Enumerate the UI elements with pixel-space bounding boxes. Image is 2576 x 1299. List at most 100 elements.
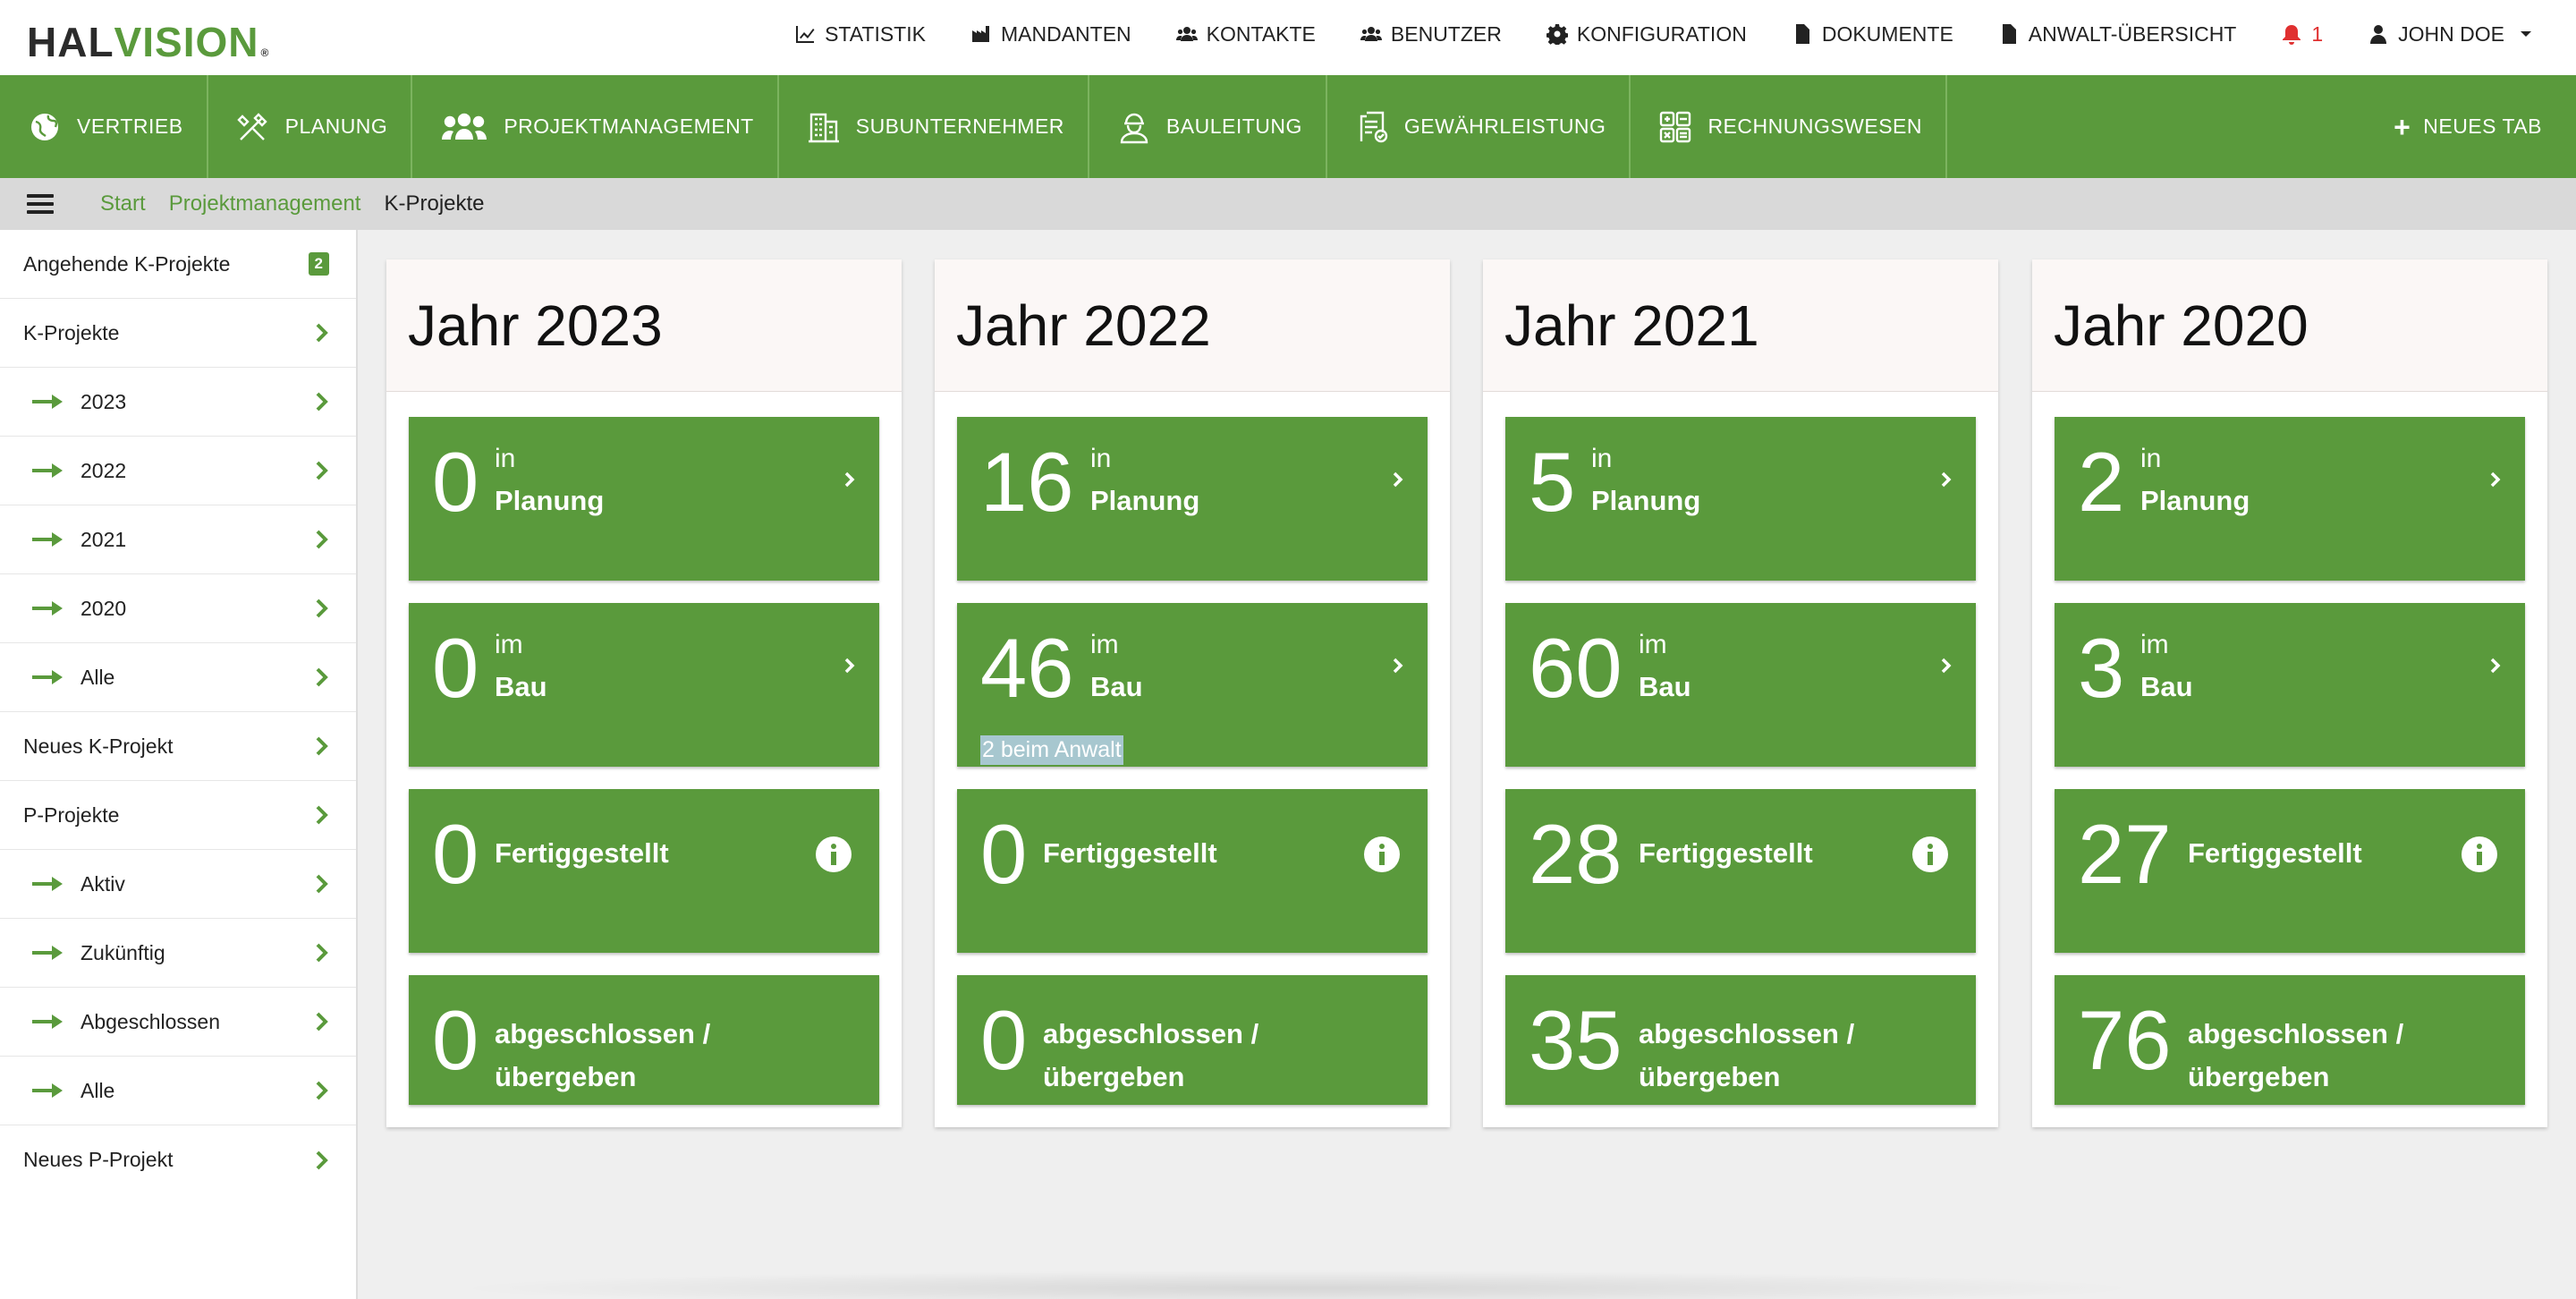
sidebar-item-alle-k[interactable]: Alle bbox=[0, 643, 356, 712]
tile-in-planung[interactable]: 16 in Planung bbox=[957, 417, 1428, 581]
sidebar-item-2023[interactable]: 2023 bbox=[0, 368, 356, 437]
breadcrumb-start[interactable]: Start bbox=[100, 191, 146, 216]
breadcrumb-bar: Start Projektmanagement K-Projekte bbox=[0, 178, 2576, 230]
chevron-right-icon bbox=[316, 1081, 328, 1100]
module-bauleitung[interactable]: BAULEITUNG bbox=[1089, 75, 1327, 178]
topnav-statistik[interactable]: STATISTIK bbox=[794, 22, 926, 47]
tile-fertiggestellt: 27 Fertiggestellt bbox=[2055, 789, 2525, 953]
year-title: Jahr 2020 bbox=[2032, 259, 2547, 392]
sidebar-item-k-projekte[interactable]: K-Projekte bbox=[0, 299, 356, 368]
module-subunternehmer[interactable]: SUBUNTERNEHMER bbox=[779, 75, 1089, 178]
sidebar-item-label: Zukünftig bbox=[80, 940, 165, 964]
chevron-right-icon bbox=[1941, 471, 1952, 488]
arrow-right-icon bbox=[32, 877, 63, 891]
module-gewaehrleistung-label: GEWÄHRLEISTUNG bbox=[1403, 115, 1606, 138]
arrow-right-icon bbox=[32, 1083, 63, 1098]
info-icon[interactable] bbox=[1363, 836, 1401, 873]
tile-in-planung[interactable]: 5 in Planung bbox=[1505, 417, 1976, 581]
count-bau: 60 bbox=[1529, 621, 1623, 715]
topnav-mandanten[interactable]: MANDANTEN bbox=[970, 22, 1131, 47]
chevron-right-icon bbox=[2490, 471, 2501, 488]
notifications-button[interactable]: 1 bbox=[2281, 22, 2323, 47]
tile-label-abgeschlossen: abgeschlossen / bbox=[2188, 1018, 2404, 1049]
tile-in-planung[interactable]: 0 in Planung bbox=[409, 417, 879, 581]
certificate-icon bbox=[1360, 111, 1388, 142]
module-projektmanagement[interactable]: PROJEKTMANAGEMENT bbox=[412, 75, 779, 178]
count-bau: 3 bbox=[2078, 621, 2125, 715]
globe-icon bbox=[31, 113, 58, 140]
chevron-right-icon bbox=[316, 805, 328, 825]
year-title: Jahr 2022 bbox=[935, 259, 1450, 392]
info-icon[interactable] bbox=[815, 836, 852, 873]
arrow-right-icon bbox=[32, 670, 63, 684]
topnav-kontakte-label: KONTAKTE bbox=[1206, 21, 1316, 46]
sidebar-item-neues-k-projekt[interactable]: Neues K-Projekt bbox=[0, 712, 356, 781]
sidebar-item-label: 2023 bbox=[80, 389, 127, 413]
sidebar-item-2022[interactable]: 2022 bbox=[0, 437, 356, 505]
team-icon bbox=[442, 113, 487, 140]
tile-label-uebergeben: übergeben bbox=[2188, 1061, 2330, 1092]
module-bauleitung-label: BAULEITUNG bbox=[1165, 115, 1302, 138]
sidebar-item-abgeschlossen[interactable]: Abgeschlossen bbox=[0, 988, 356, 1057]
year-title: Jahr 2023 bbox=[386, 259, 902, 392]
sidebar-item-alle-p[interactable]: Alle bbox=[0, 1057, 356, 1125]
tile-im-bau[interactable]: 60 im Bau bbox=[1505, 603, 1976, 767]
sidebar-item-2021[interactable]: 2021 bbox=[0, 505, 356, 574]
module-planung[interactable]: PLANUNG bbox=[208, 75, 413, 178]
sidebar-item-label: 2020 bbox=[80, 596, 127, 620]
count-fertiggestellt: 28 bbox=[1529, 807, 1623, 901]
topnav-konfiguration[interactable]: KONFIGURATION bbox=[1546, 22, 1747, 47]
topnav-dokumente[interactable]: DOKUMENTE bbox=[1792, 22, 1953, 47]
tile-label-in: in bbox=[495, 444, 516, 473]
count-fertiggestellt: 0 bbox=[432, 807, 479, 901]
module-planung-label: PLANUNG bbox=[284, 115, 388, 138]
tile-label-im: im bbox=[495, 630, 523, 659]
sidebar-item-aktiv[interactable]: Aktiv bbox=[0, 850, 356, 919]
module-vertrieb[interactable]: VERTRIEB bbox=[0, 75, 208, 178]
count-abgeschlossen: 35 bbox=[1529, 993, 1623, 1087]
count-abgeschlossen: 0 bbox=[980, 993, 1028, 1087]
chevron-right-icon bbox=[1393, 658, 1403, 674]
tile-label-bau: Bau bbox=[495, 671, 547, 702]
lawyer-note[interactable]: 2 beim Anwalt bbox=[980, 735, 1123, 765]
tile-im-bau[interactable]: 0 im Bau bbox=[409, 603, 879, 767]
breadcrumb-projektmanagement[interactable]: Projektmanagement bbox=[169, 191, 361, 216]
tile-im-bau[interactable]: 46 im Bau 2 beim Anwalt bbox=[957, 603, 1428, 767]
topnav-anwalt-uebersicht[interactable]: ANWALT-ÜBERSICHT bbox=[1998, 22, 2236, 47]
hamburger-menu-icon[interactable] bbox=[27, 194, 54, 214]
tile-label-abgeschlossen: abgeschlossen / bbox=[1043, 1018, 1259, 1049]
tile-im-bau[interactable]: 3 im Bau bbox=[2055, 603, 2525, 767]
arrow-right-icon bbox=[32, 946, 63, 960]
new-tab-button[interactable]: + NEUES TAB bbox=[2394, 75, 2542, 178]
chevron-right-icon bbox=[316, 530, 328, 549]
top-navigation: STATISTIK MANDANTEN KONTAKTE BENUTZER KO… bbox=[794, 0, 2531, 68]
module-rechnungswesen[interactable]: RECHNUNGSWESEN bbox=[1631, 75, 1948, 178]
info-icon[interactable] bbox=[1911, 836, 1949, 873]
module-gewaehrleistung[interactable]: GEWÄHRLEISTUNG bbox=[1327, 75, 1631, 178]
topnav-benutzer[interactable]: BENUTZER bbox=[1360, 22, 1502, 47]
sidebar-item-2020[interactable]: 2020 bbox=[0, 574, 356, 643]
chevron-right-icon bbox=[1393, 471, 1403, 488]
module-bar: VERTRIEB PLANUNG PROJEKTMANAGEMENT SUBUN… bbox=[0, 75, 2576, 178]
sidebar-item-label: 2022 bbox=[80, 458, 127, 482]
tile-label-bau: Bau bbox=[1090, 671, 1143, 702]
info-icon[interactable] bbox=[2461, 836, 2498, 873]
sidebar-item-angehende-k-projekte[interactable]: Angehende K-Projekte 2 bbox=[0, 230, 356, 299]
tile-in-planung[interactable]: 2 in Planung bbox=[2055, 417, 2525, 581]
sidebar-item-zukuenftig[interactable]: Zukünftig bbox=[0, 919, 356, 988]
sidebar-item-neues-p-projekt[interactable]: Neues P-Projekt bbox=[0, 1125, 356, 1194]
bottom-shadow bbox=[447, 1270, 2147, 1299]
halvision-logo[interactable]: HAL VISION ® bbox=[27, 18, 269, 66]
industry-icon bbox=[971, 26, 989, 42]
sidebar-item-label: Neues K-Projekt bbox=[23, 734, 174, 758]
sidebar-item-p-projekte[interactable]: P-Projekte bbox=[0, 781, 356, 850]
year-column: Jahr 2020 2 in Planung 3 im Bau 27 Fertiggestell… bbox=[2032, 259, 2547, 1127]
logo-registered-mark: ® bbox=[260, 47, 270, 59]
tile-fertiggestellt: 0 Fertiggestellt bbox=[409, 789, 879, 953]
count-bau: 0 bbox=[432, 621, 479, 715]
tile-label-planung: Planung bbox=[1090, 485, 1200, 516]
topnav-kontakte[interactable]: KONTAKTE bbox=[1175, 21, 1316, 47]
user-menu[interactable]: JOHN DOE bbox=[2368, 22, 2531, 47]
topnav-benutzer-label: BENUTZER bbox=[1390, 21, 1502, 46]
year-column: Jahr 2023 0 in Planung 0 im Bau 0 Fertiggestellt… bbox=[386, 259, 902, 1127]
